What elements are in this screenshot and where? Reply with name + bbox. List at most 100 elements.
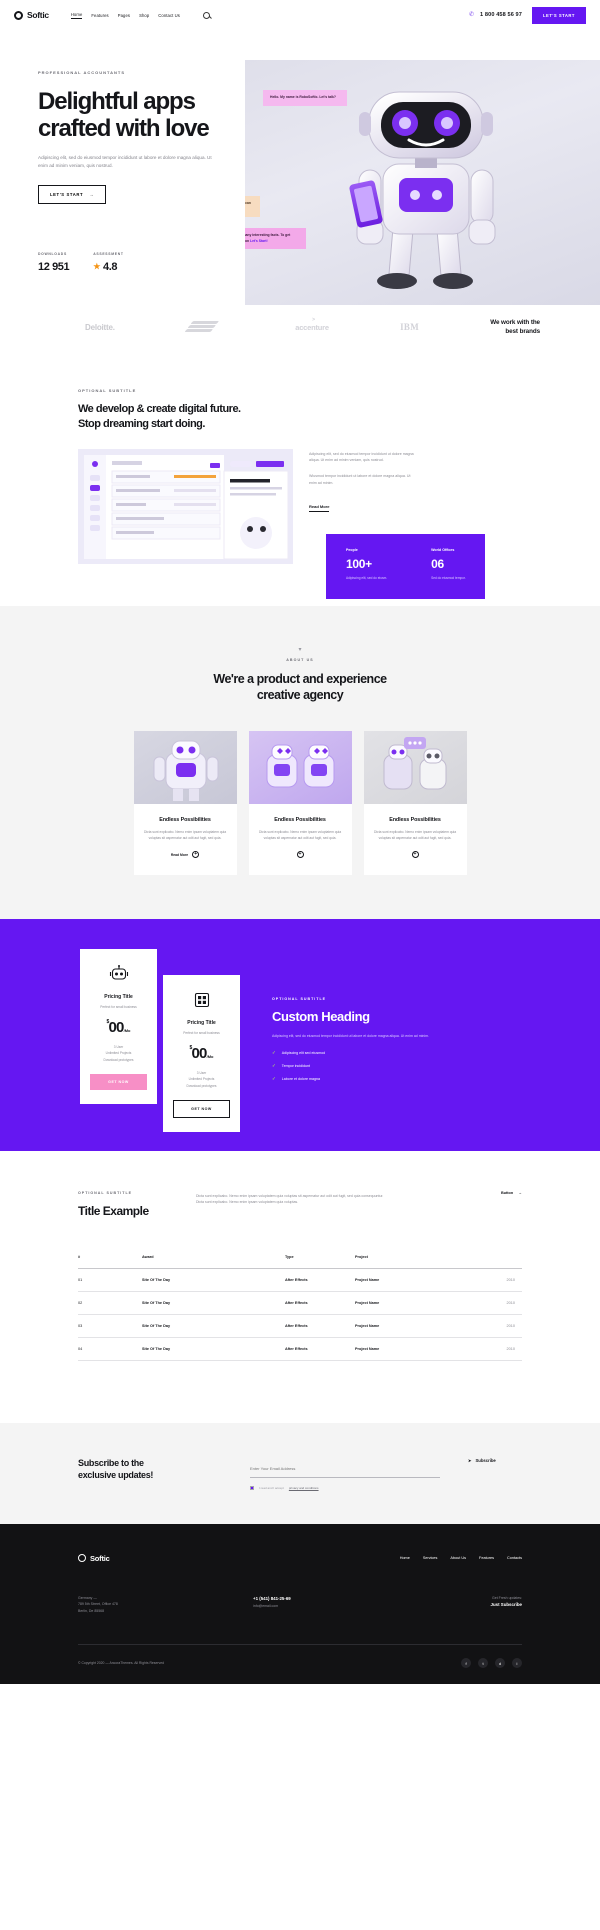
- about-card-1[interactable]: Endless Possibilities Dicta sunt explica…: [133, 731, 237, 875]
- footer-nav-contacts[interactable]: Contacts: [507, 1556, 522, 1560]
- subscribe-button[interactable]: ➤ Subscribe: [468, 1458, 496, 1463]
- logo[interactable]: Softic: [14, 10, 49, 20]
- table-description: Dicta sunt explicabo. Nemo enim ipsam vo…: [196, 1193, 384, 1205]
- table-row[interactable]: 03 Site Of The Day After Effects Project…: [78, 1315, 522, 1338]
- nav-item-shop[interactable]: Shop: [139, 13, 149, 18]
- footer-middle: Germany — 789 5th Street, Office 478 Ber…: [78, 1595, 522, 1644]
- table-row[interactable]: 01 Site Of The Day After Effects Project…: [78, 1269, 522, 1292]
- row-type: After Effects: [285, 1277, 308, 1282]
- table-row[interactable]: 02 Site Of The Day After Effects Project…: [78, 1292, 522, 1315]
- nav-item-home[interactable]: Home: [70, 12, 83, 19]
- card-desc-2: Dicta sunt explicabo. Nemo enim ipsam vo…: [258, 830, 342, 841]
- row-award: Site Of The Day: [142, 1346, 171, 1351]
- row-type: After Effects: [285, 1323, 308, 1328]
- row-award: Site Of The Day: [142, 1323, 171, 1328]
- pricing-price-1: $00/Mo: [90, 1019, 147, 1036]
- column-header-year: [475, 1255, 515, 1259]
- pricing-price-2: $00/Mo: [173, 1045, 230, 1062]
- row-type: After Effects: [285, 1300, 308, 1305]
- pricing-feature-1-2: Download prototypes: [103, 1057, 134, 1062]
- about-cards: Endless Possibilities Dicta sunt explica…: [0, 731, 600, 875]
- bank-of-america-icon: [184, 320, 224, 334]
- table-title: Title Example: [78, 1203, 149, 1218]
- robot-icon: [90, 964, 147, 985]
- footer-just-subscribe[interactable]: Just Subscribe: [491, 1601, 522, 1609]
- table-eyebrow: OPTIONAL SUBTITLE: [78, 1190, 133, 1195]
- pricing-button-1[interactable]: GET NOW: [90, 1073, 147, 1090]
- table-row[interactable]: 04 Site Of The Day After Effects Project…: [78, 1338, 522, 1361]
- phone-icon: ✆: [469, 11, 475, 18]
- twitter-icon[interactable]: t: [478, 1658, 488, 1669]
- email-input[interactable]: [250, 1465, 440, 1478]
- footer-nav-home[interactable]: Home: [400, 1556, 410, 1560]
- card-desc-3: Dicta sunt explicabo. Nemo enim ipsam vo…: [373, 830, 457, 841]
- nav-item-contact-us[interactable]: Contact Us: [158, 13, 180, 18]
- footer-nav-features[interactable]: Features: [479, 1556, 494, 1560]
- awards-table: # Award Type Project 01 Site Of The Day …: [78, 1246, 522, 1361]
- row-project: Project Name: [355, 1277, 380, 1282]
- check-icon: ✓: [272, 1076, 276, 1082]
- card-image-3: [363, 731, 467, 805]
- card-read-more-3[interactable]: +: [411, 851, 419, 859]
- footer-logo-text: Softic: [90, 1553, 110, 1563]
- facebook-icon[interactable]: f: [461, 1658, 471, 1669]
- site-footer: Softic Home Services About Us Features C…: [0, 1523, 600, 1685]
- dashboard-screenshot: [78, 448, 293, 564]
- card-read-more-1[interactable]: Read More +: [170, 851, 200, 859]
- pricing-sub-2: Perfect for small business: [183, 1030, 220, 1035]
- nav-item-features[interactable]: Features: [91, 13, 108, 18]
- nav-item-pages[interactable]: Pages: [118, 13, 130, 18]
- pricing-features-1: 3 User Unlimited Projects Download proto…: [90, 1044, 147, 1063]
- footer-email[interactable]: info@email.com: [253, 1603, 403, 1609]
- footer-phone[interactable]: +1 (541) 841-25-69: [253, 1595, 403, 1603]
- footer-nav-services[interactable]: Services: [423, 1556, 438, 1560]
- develop-read-more-link[interactable]: Read More: [309, 504, 330, 513]
- check-icon: ✓: [272, 1050, 276, 1056]
- header-right: ✆ 1 800 458 56 97 LET'S START: [469, 6, 586, 24]
- robot-photo-2: [266, 744, 334, 788]
- brands-note-line1: We work with the: [490, 319, 540, 326]
- table-button[interactable]: Button →: [501, 1191, 522, 1195]
- pricing-button-2[interactable]: GET NOW: [173, 1099, 230, 1118]
- phone-block[interactable]: ✆ 1 800 458 56 97: [469, 12, 522, 19]
- logo-icon: [78, 1554, 86, 1563]
- band-offices-desc: Sed do eiusmod tempor.: [431, 575, 466, 580]
- dribbble-icon[interactable]: d: [495, 1658, 505, 1669]
- header-cta-button[interactable]: LET'S START: [531, 6, 586, 24]
- card-title-2: Endless Possibilities: [274, 817, 326, 824]
- footer-nav-about-us[interactable]: About Us: [450, 1556, 466, 1560]
- chat-bubble-3-link[interactable]: Let's Start!: [250, 239, 268, 243]
- chat-bubble-2: Hey RoboSoftic. Tell me what can you do?: [245, 196, 260, 218]
- table-header-row: # Award Type Project: [78, 1246, 522, 1269]
- footer-bottom: © Copyright 2020 — AncoraThemes. All Rig…: [78, 1644, 522, 1684]
- about-card-3[interactable]: Endless Possibilities Dicta sunt explica…: [363, 731, 467, 875]
- consent-link[interactable]: privacy and conditions: [289, 1486, 319, 1490]
- pricing-card-2: Pricing Title Perfect for small business…: [163, 974, 240, 1132]
- column-header-project: Project: [355, 1254, 368, 1259]
- column-header-award: Award: [142, 1254, 154, 1259]
- row-num: 03: [78, 1323, 83, 1328]
- footer-logo[interactable]: Softic: [78, 1554, 110, 1563]
- send-icon: ➤: [468, 1457, 472, 1463]
- arrow-right-icon: →: [518, 1190, 522, 1195]
- row-year: 2010: [506, 1277, 515, 1282]
- brands-note: We work with the best brands: [490, 318, 540, 336]
- chat-bubble-1: Hello. My name is RoboSoftic. Let's talk…: [263, 90, 347, 106]
- row-num: 02: [78, 1300, 83, 1305]
- about-title: We're a product and experience creative …: [0, 671, 600, 704]
- column-header-num: #: [78, 1254, 81, 1259]
- card-read-more-2[interactable]: +: [296, 851, 304, 859]
- search-icon[interactable]: [203, 11, 210, 19]
- card-read-more-label-1: Read More: [170, 852, 189, 857]
- hero-paragraph: Adipiscing elit, sed do eiusmod tempor i…: [38, 154, 212, 168]
- about-card-2[interactable]: Endless Possibilities Dicta sunt explica…: [248, 731, 352, 875]
- develop-title-line1: We develop & create digital future.: [78, 403, 241, 416]
- consent-row[interactable]: I read and I accept privacy and conditio…: [250, 1485, 440, 1490]
- hero-cta-button[interactable]: LET'S START →: [38, 184, 106, 204]
- consent-checkbox[interactable]: [250, 1485, 254, 1490]
- brands-note-line2: best brands: [505, 328, 540, 336]
- column-header-type: Type: [285, 1254, 294, 1259]
- plus-icon: +: [296, 851, 304, 859]
- instagram-icon[interactable]: i: [512, 1658, 522, 1669]
- hero-stats: DOWNLOADS 12 951 ASSESSMENT ★ 4.8: [38, 252, 245, 273]
